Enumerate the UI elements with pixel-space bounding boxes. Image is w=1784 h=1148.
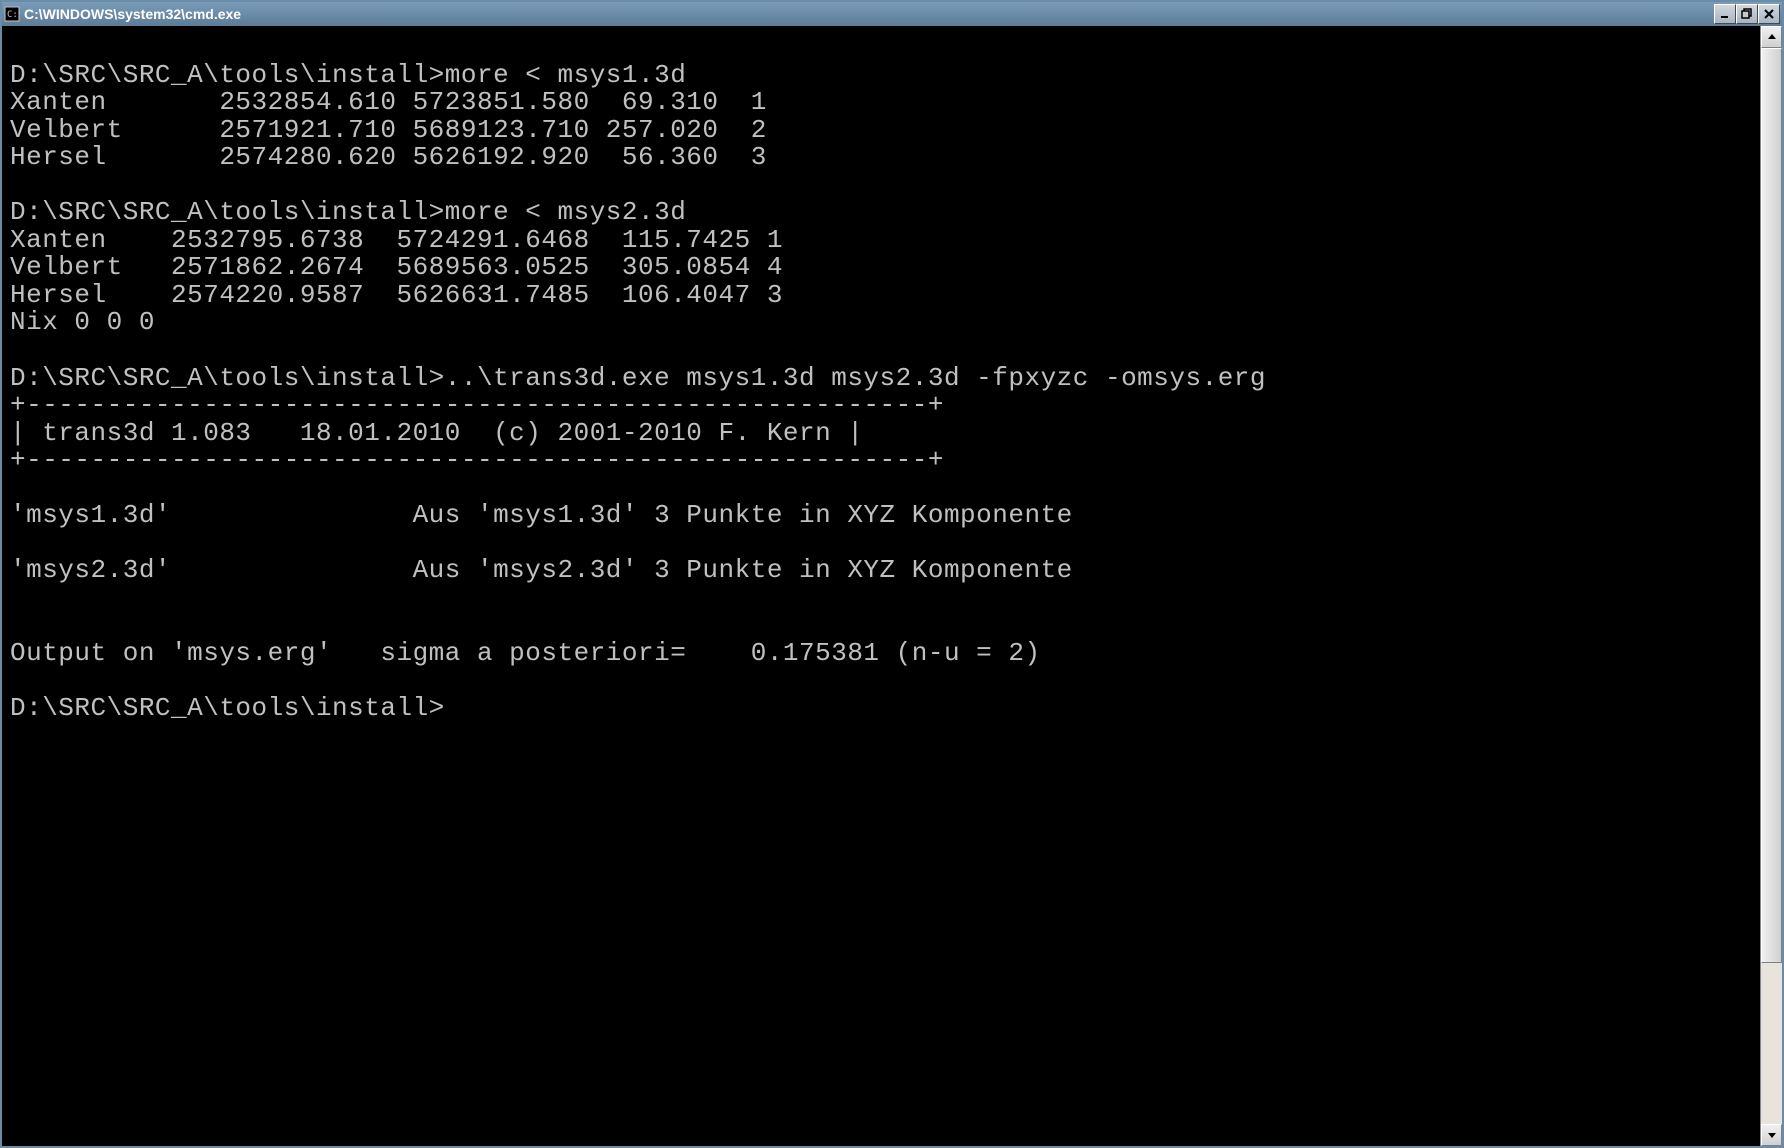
terminal-output[interactable]: D:\SRC\SRC_A\tools\install>more < msys1.… [2,26,1760,1146]
restore-button[interactable] [1736,4,1758,24]
window-controls [1714,4,1780,24]
titlebar[interactable]: C:\ C:\WINDOWS\system32\cmd.exe [2,2,1782,26]
vertical-scrollbar [1760,26,1782,1146]
scroll-thumb[interactable] [1761,48,1782,963]
cmd-icon: C:\ [4,6,20,22]
cmd-window: C:\ C:\WINDOWS\system32\cmd.exe [0,0,1784,1148]
svg-text:C:\: C:\ [7,10,20,20]
window-title: C:\WINDOWS\system32\cmd.exe [24,6,241,22]
terminal-container: D:\SRC\SRC_A\tools\install>more < msys1.… [2,26,1782,1146]
close-button[interactable] [1758,4,1780,24]
scroll-up-button[interactable] [1761,26,1782,48]
scroll-down-button[interactable] [1761,1124,1782,1146]
scroll-track[interactable] [1761,48,1782,1124]
minimize-button[interactable] [1714,4,1736,24]
